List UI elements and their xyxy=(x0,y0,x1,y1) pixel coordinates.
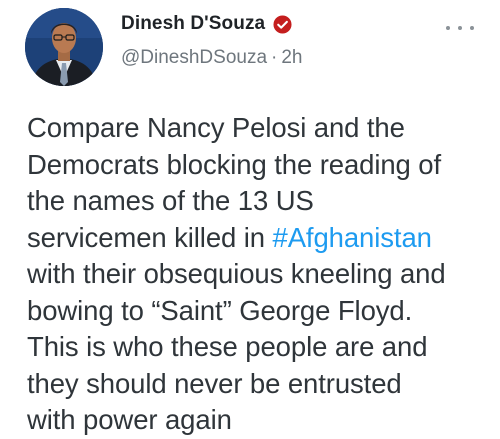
tweet-line: Democrats blocking the reading of xyxy=(27,147,489,184)
tweet-text-segment: Compare Nancy Pelosi and the xyxy=(27,112,405,143)
tweet-text-segment: with their obsequious kneeling and xyxy=(27,258,446,289)
hashtag-link[interactable]: #Afghanistan xyxy=(273,222,432,253)
tweet-line: servicemen killed in #Afghanistan xyxy=(27,220,489,257)
more-dot xyxy=(470,26,474,30)
tweet-line: they should never be entrusted xyxy=(27,366,489,403)
more-dot xyxy=(458,26,462,30)
tweet-text-segment: the names of the 13 US xyxy=(27,185,314,216)
tweet-line: bowing to “Saint” George Floyd. xyxy=(27,293,489,330)
timestamp[interactable]: 2h xyxy=(281,47,302,69)
tweet-text-segment: This is who these people are and xyxy=(27,331,428,362)
meta-row: @DineshDSouza · 2h xyxy=(121,47,440,69)
more-dot xyxy=(446,26,450,30)
more-horizontal-icon[interactable] xyxy=(446,22,474,34)
meta-separator: · xyxy=(271,47,278,68)
verified-badge-icon xyxy=(273,14,292,34)
tweet-line: Compare Nancy Pelosi and the xyxy=(27,110,489,147)
tweet-text-segment: servicemen killed in xyxy=(27,221,273,253)
tweet-text-segment: bowing to “Saint” George Floyd. xyxy=(27,294,413,326)
profile-photo-icon xyxy=(25,8,103,86)
tweet-text-segment: Democrats blocking the reading of xyxy=(27,148,442,180)
avatar[interactable] xyxy=(25,8,103,86)
display-name[interactable]: Dinesh D'Souza xyxy=(121,13,265,35)
name-row: Dinesh D'Souza xyxy=(121,10,440,38)
tweet-line: the names of the 13 US xyxy=(27,183,489,220)
handle[interactable]: @DineshDSouza xyxy=(121,47,267,69)
tweet-card: Dinesh D'Souza @DineshDSouza · 2h Compar… xyxy=(0,0,500,439)
tweet-header: Dinesh D'Souza @DineshDSouza · 2h xyxy=(121,10,440,69)
tweet-line: with their obsequious kneeling and xyxy=(27,256,489,293)
tweet-text-segment: with power again xyxy=(27,404,232,435)
tweet-text-segment: they should never be entrusted xyxy=(27,367,402,399)
tweet-line: This is who these people are and xyxy=(27,329,489,366)
tweet-line: with power again xyxy=(27,402,489,439)
tweet-text: Compare Nancy Pelosi and the Democrats b… xyxy=(27,110,489,439)
